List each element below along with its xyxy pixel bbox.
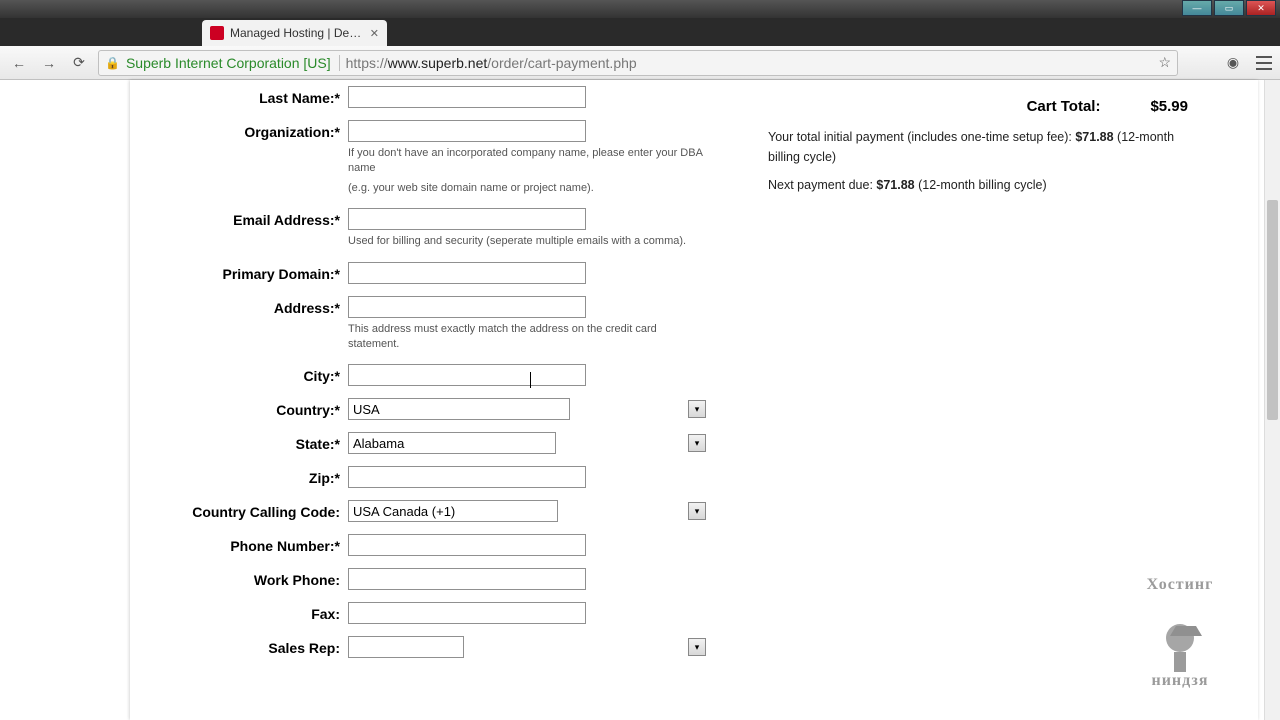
hamburger-menu-icon[interactable] bbox=[1256, 56, 1272, 70]
browser-toolbar: ← → ⟳ 🔒 Superb Internet Corporation [US]… bbox=[0, 46, 1280, 80]
page-viewport: Last Name:* Organization:* If you don't … bbox=[0, 80, 1280, 720]
window-controls: — ▭ ✕ bbox=[1182, 0, 1276, 16]
next-payment-text: Next payment due: $71.88 (12-month billi… bbox=[768, 175, 1188, 195]
phone-input[interactable] bbox=[348, 534, 586, 556]
last-name-label: Last Name:* bbox=[148, 86, 348, 106]
work-phone-label: Work Phone: bbox=[148, 568, 348, 588]
organization-help-1: If you don't have an incorporated compan… bbox=[348, 146, 708, 177]
email-label: Email Address:* bbox=[148, 208, 348, 228]
city-label: City:* bbox=[148, 364, 348, 384]
sales-rep-label: Sales Rep: bbox=[148, 636, 348, 656]
phone-label: Phone Number:* bbox=[148, 534, 348, 554]
cart-total-amount: $5.99 bbox=[1150, 98, 1188, 115]
zip-input[interactable] bbox=[348, 466, 586, 488]
url-text: https://www.superb.net/order/cart-paymen… bbox=[346, 55, 1153, 71]
city-input[interactable] bbox=[348, 364, 586, 386]
forward-button[interactable]: → bbox=[38, 52, 60, 74]
browser-tabstrip: Managed Hosting | Dedic ✕ bbox=[0, 18, 1280, 46]
dropdown-arrow-icon[interactable]: ▾ bbox=[688, 502, 706, 520]
address-help: This address must exactly match the addr… bbox=[348, 322, 708, 353]
email-help: Used for billing and security (seperate … bbox=[348, 234, 708, 249]
address-input[interactable] bbox=[348, 296, 586, 318]
country-select[interactable]: ▾ bbox=[348, 398, 708, 420]
ccc-value[interactable] bbox=[348, 500, 558, 522]
browser-tab-active[interactable]: Managed Hosting | Dedic ✕ bbox=[202, 20, 387, 46]
window-minimize-button[interactable]: — bbox=[1182, 0, 1212, 16]
state-select[interactable]: ▾ bbox=[348, 432, 708, 454]
reload-button[interactable]: ⟳ bbox=[68, 52, 90, 74]
sales-rep-value[interactable] bbox=[348, 636, 464, 658]
vertical-scrollbar[interactable] bbox=[1264, 80, 1280, 720]
window-close-button[interactable]: ✕ bbox=[1246, 0, 1276, 16]
scrollbar-thumb[interactable] bbox=[1267, 200, 1278, 420]
dropdown-arrow-icon[interactable]: ▾ bbox=[688, 638, 706, 656]
primary-domain-input[interactable] bbox=[348, 262, 586, 284]
state-value[interactable] bbox=[348, 432, 556, 454]
country-label: Country:* bbox=[148, 398, 348, 418]
country-value[interactable] bbox=[348, 398, 570, 420]
address-bar[interactable]: 🔒 Superb Internet Corporation [US] https… bbox=[98, 50, 1178, 76]
address-label: Address:* bbox=[148, 296, 348, 316]
lock-icon: 🔒 bbox=[105, 56, 120, 70]
ssl-org-label: Superb Internet Corporation [US] bbox=[126, 55, 340, 71]
billing-form: Last Name:* Organization:* If you don't … bbox=[130, 80, 738, 664]
work-phone-input[interactable] bbox=[348, 568, 586, 590]
sales-rep-select[interactable]: ▾ bbox=[348, 636, 708, 658]
window-maximize-button[interactable]: ▭ bbox=[1214, 0, 1244, 16]
cart-total-label: Cart Total: bbox=[1027, 98, 1101, 115]
ccc-select[interactable]: ▾ bbox=[348, 500, 708, 522]
zip-label: Zip:* bbox=[148, 466, 348, 486]
organization-help-2: (e.g. your web site domain name or proje… bbox=[348, 181, 708, 196]
initial-payment-text: Your total initial payment (includes one… bbox=[768, 127, 1188, 167]
ccc-label: Country Calling Code: bbox=[148, 500, 348, 520]
tab-close-icon[interactable]: ✕ bbox=[370, 27, 379, 40]
page-card: Last Name:* Organization:* If you don't … bbox=[130, 80, 1258, 720]
tab-title: Managed Hosting | Dedic bbox=[230, 26, 364, 40]
text-caret bbox=[530, 372, 531, 388]
organization-input[interactable] bbox=[348, 120, 586, 142]
bookmark-star-icon[interactable]: ☆ bbox=[1158, 54, 1171, 71]
tab-favicon bbox=[210, 26, 224, 40]
last-name-input[interactable] bbox=[348, 86, 586, 108]
os-titlebar: — ▭ ✕ bbox=[0, 0, 1280, 18]
back-button[interactable]: ← bbox=[8, 52, 30, 74]
fax-input[interactable] bbox=[348, 602, 586, 624]
browser-tab-inactive[interactable] bbox=[14, 20, 199, 46]
organization-label: Organization:* bbox=[148, 120, 348, 140]
state-label: State:* bbox=[148, 432, 348, 452]
dropdown-arrow-icon[interactable]: ▾ bbox=[688, 434, 706, 452]
email-input[interactable] bbox=[348, 208, 586, 230]
order-summary: Cart Total: $5.99 Your total initial pay… bbox=[738, 80, 1218, 664]
dropdown-arrow-icon[interactable]: ▾ bbox=[688, 400, 706, 418]
primary-domain-label: Primary Domain:* bbox=[148, 262, 348, 282]
user-icon[interactable]: ◉ bbox=[1222, 52, 1244, 74]
fax-label: Fax: bbox=[148, 602, 348, 622]
